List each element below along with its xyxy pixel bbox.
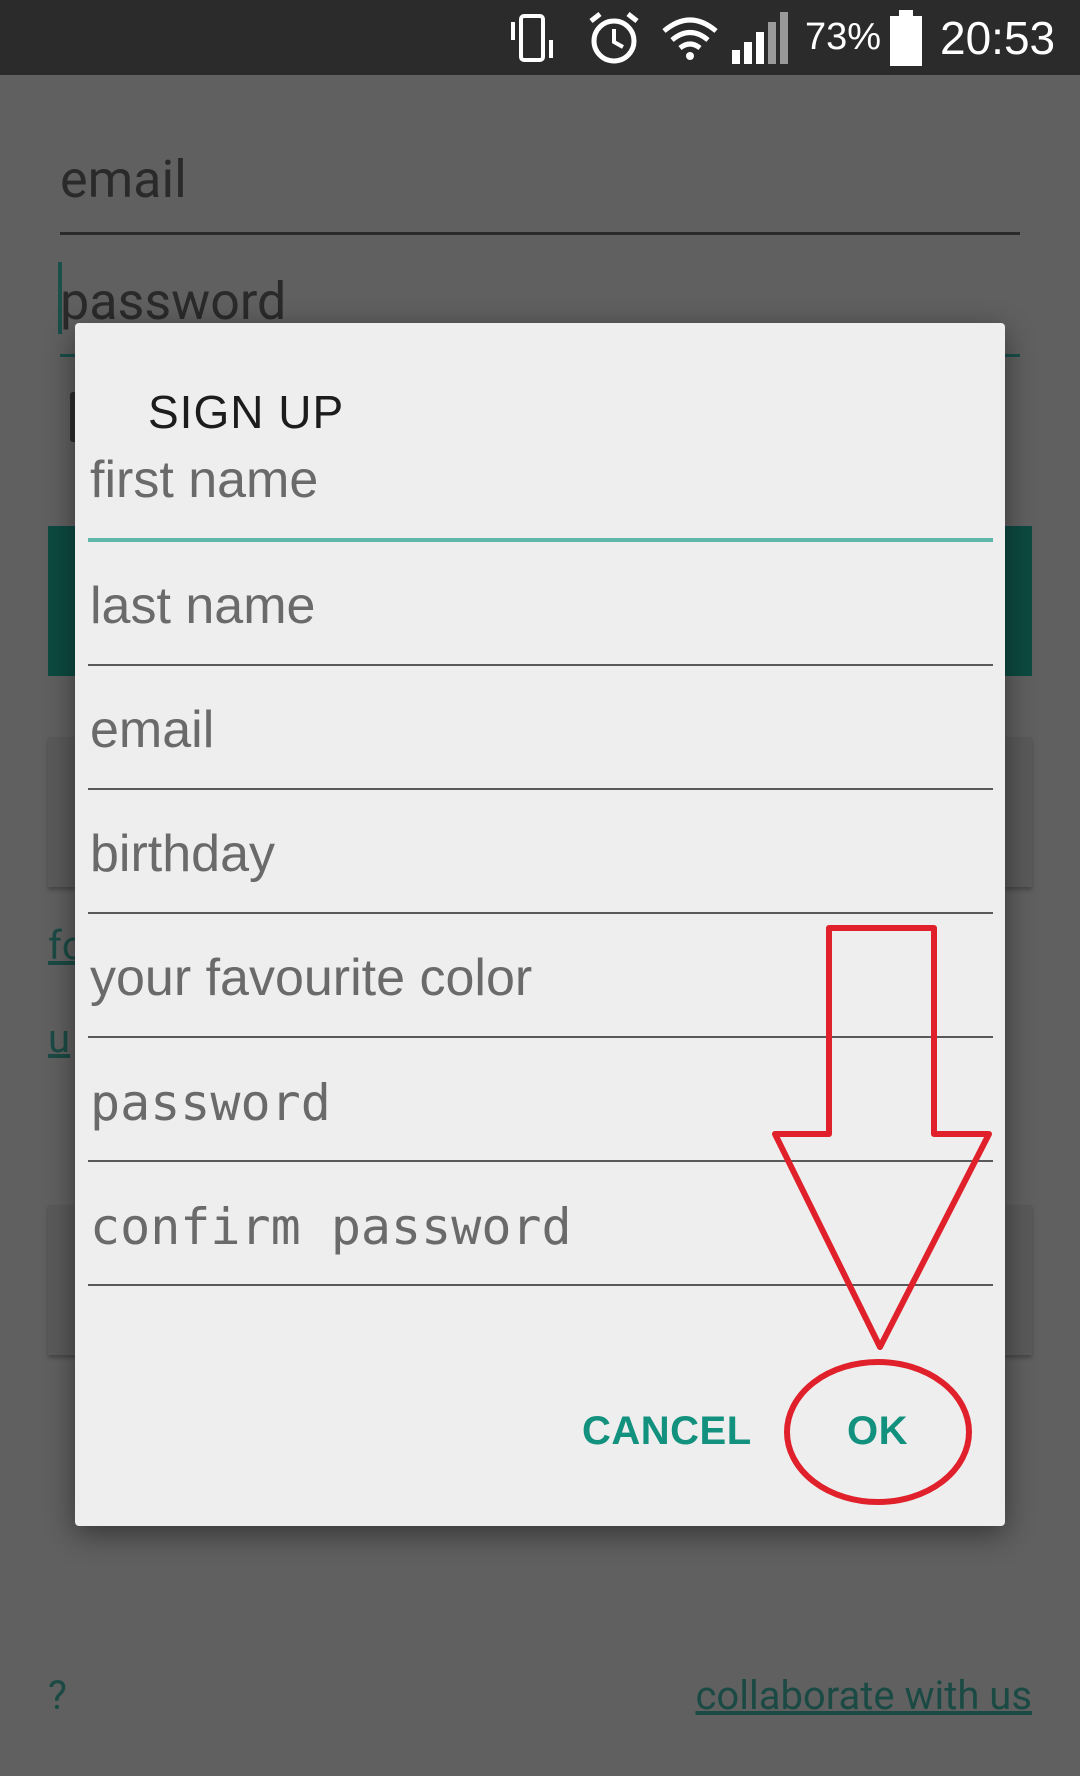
vibrate-icon [505, 0, 565, 75]
last-name-field[interactable]: last name [88, 542, 993, 666]
cancel-button[interactable]: CANCEL [582, 1409, 752, 1454]
first-name-field[interactable]: first name [88, 418, 993, 542]
bg-help-link[interactable]: ? [48, 1672, 67, 1719]
bg-collaborate-link[interactable]: collaborate with us [695, 1672, 1032, 1719]
password-field[interactable]: password [88, 1038, 993, 1162]
signal-icon [730, 0, 790, 75]
favourite-color-field[interactable]: your favourite color [88, 914, 993, 1038]
signup-dialog: SIGN UP first name last name email birth… [75, 323, 1005, 1526]
confirm-password-placeholder: confirm password [90, 1198, 572, 1256]
battery-percentage: 73% [805, 16, 882, 58]
wifi-icon [660, 0, 720, 75]
ok-button[interactable]: OK [847, 1409, 908, 1454]
email-field[interactable]: email [88, 666, 993, 790]
alarm-icon [585, 0, 643, 75]
bg-email-placeholder: email [60, 149, 187, 210]
last-name-placeholder: last name [90, 577, 316, 635]
password-placeholder: password [90, 1074, 331, 1132]
email-placeholder: email [90, 701, 215, 759]
birthday-field[interactable]: birthday [88, 790, 993, 914]
favourite-color-placeholder: your favourite color [90, 949, 533, 1007]
bg-underlined-link[interactable]: u [48, 1015, 70, 1062]
status-bar: 73% 20:53 [0, 0, 1080, 75]
clock-time: 20:53 [940, 11, 1056, 64]
first-name-placeholder: first name [90, 451, 319, 509]
confirm-password-field[interactable]: confirm password [88, 1162, 993, 1286]
birthday-placeholder: birthday [90, 825, 275, 883]
battery-icon [888, 0, 924, 75]
bg-email-field[interactable]: email [60, 140, 1020, 235]
